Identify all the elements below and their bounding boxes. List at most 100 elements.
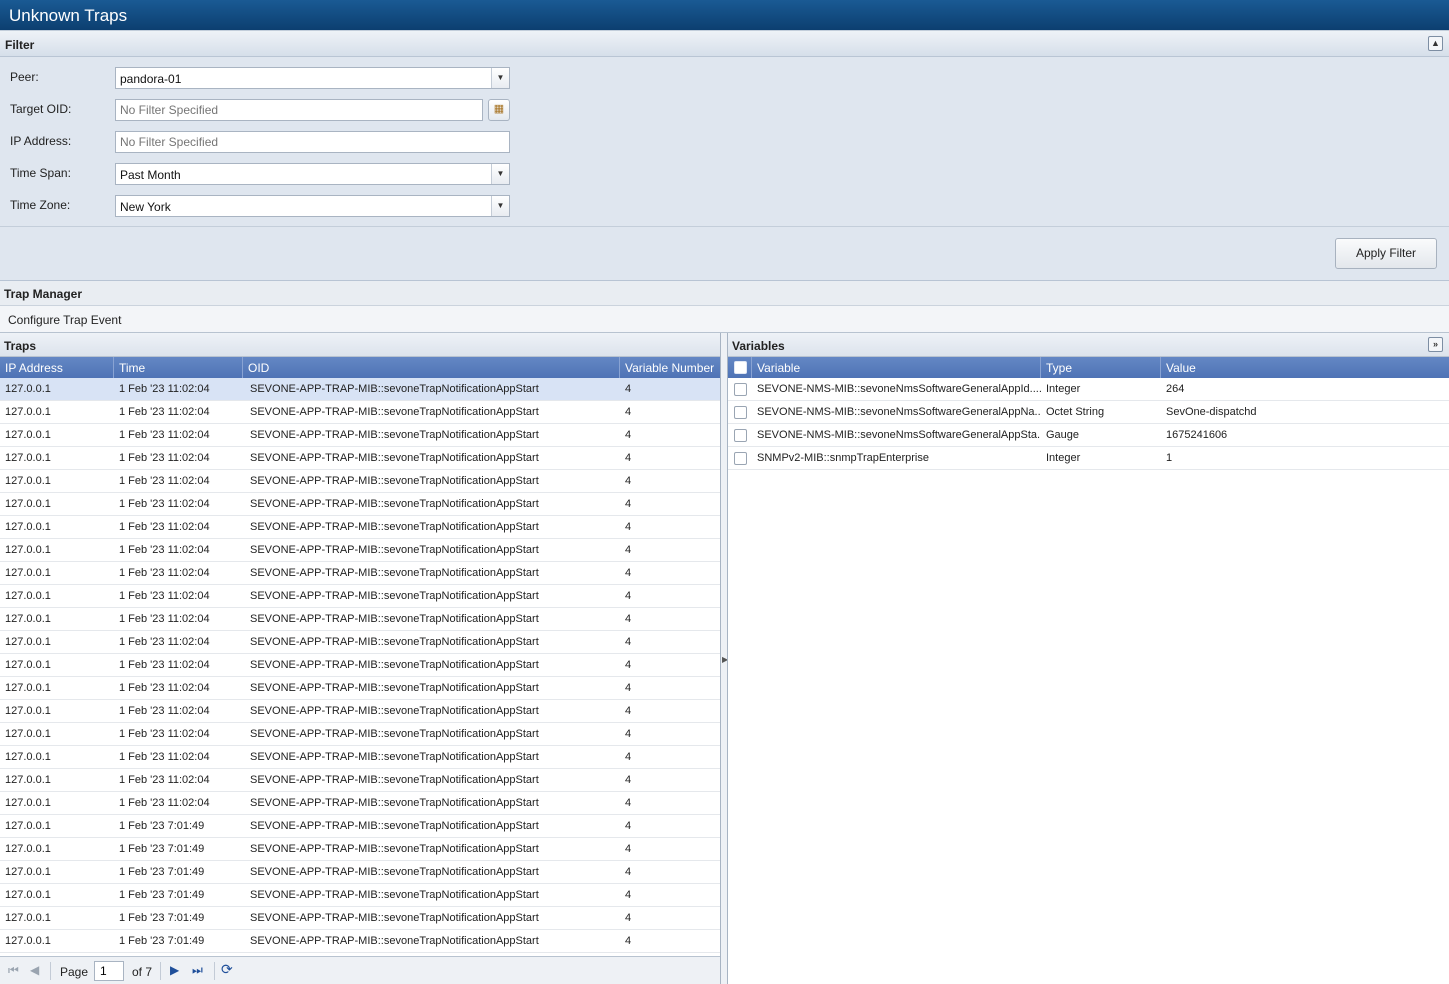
cell-time: 1 Feb '23 11:02:04 — [119, 498, 210, 510]
col-oid[interactable]: OID — [243, 357, 620, 378]
row-checkbox[interactable] — [734, 452, 747, 465]
table-row[interactable]: 127.0.0.1 1 Feb '23 11:02:04 SEVONE-APP-TR… — [0, 700, 720, 723]
configure-trap-event-button[interactable]: Configure Trap Event — [8, 313, 121, 327]
cell-variable-number: 4 — [625, 636, 632, 648]
last-page-icon[interactable]: ⏭ — [192, 963, 203, 978]
cell-value: 264 — [1166, 383, 1185, 395]
col-ip-address[interactable]: IP Address — [0, 357, 114, 378]
table-row[interactable]: 127.0.0.1 1 Feb '23 11:02:04 SEVONE-APP-TR… — [0, 677, 720, 700]
page-count: of 7 — [132, 965, 153, 979]
traps-panel: Traps IP Address Time OID Variable Numbe… — [0, 333, 721, 984]
time-span-select[interactable]: Past Month ▼ — [115, 163, 510, 185]
cell-oid: SEVONE-APP-TRAP-MIB::sevoneTrapNotificat… — [250, 843, 539, 855]
table-row[interactable]: 127.0.0.1 1 Feb '23 11:02:04 SEVONE-APP-TR… — [0, 401, 720, 424]
row-checkbox[interactable] — [734, 429, 747, 442]
target-oid-input[interactable] — [115, 99, 483, 121]
filter-header-label: Filter — [5, 38, 35, 52]
cell-oid: SEVONE-APP-TRAP-MIB::sevoneTrapNotificat… — [250, 475, 539, 487]
table-row[interactable]: 127.0.0.1 1 Feb '23 7:01:49 SEVONE-APP-TRA… — [0, 907, 720, 930]
table-row[interactable]: 127.0.0.1 1 Feb '23 11:02:04 SEVONE-APP-TR… — [0, 539, 720, 562]
refresh-icon[interactable]: ⟳ — [221, 961, 233, 978]
cell-variable: SNMPv2-MIB::snmpTrapEnterprise — [757, 452, 929, 464]
previous-page-icon[interactable]: ◀ — [30, 963, 39, 977]
oid-browser-icon[interactable]: ▦ — [488, 99, 510, 121]
cell-variable-number: 4 — [625, 797, 632, 809]
table-row[interactable]: 127.0.0.1 1 Feb '23 7:01:49 SEVONE-APP-TRA… — [0, 838, 720, 861]
cell-variable-number: 4 — [625, 751, 632, 763]
variables-grid-header: Variable Type Value — [728, 357, 1449, 378]
cell-ip-address: 127.0.0.1 — [5, 475, 51, 487]
chevron-down-icon[interactable]: ▼ — [491, 68, 509, 88]
cell-ip-address: 127.0.0.1 — [5, 889, 51, 901]
table-row[interactable]: 127.0.0.1 1 Feb '23 7:01:49 SEVONE-APP-TRA… — [0, 861, 720, 884]
table-row[interactable]: 127.0.0.1 1 Feb '23 11:02:04 SEVONE-APP-TR… — [0, 746, 720, 769]
pager-divider — [50, 962, 51, 980]
cell-time: 1 Feb '23 7:01:49 — [119, 935, 205, 947]
trap-manager-toolbar: Configure Trap Event — [0, 306, 1449, 333]
filter-header: Filter ▲ — [0, 30, 1449, 57]
traps-header: Traps — [0, 333, 720, 357]
table-row[interactable]: SNMPv2-MIB::snmpTrapEnterprise Integer 1 — [728, 447, 1449, 470]
ip-address-input[interactable] — [115, 131, 510, 153]
table-row[interactable]: 127.0.0.1 1 Feb '23 11:02:04 SEVONE-APP-TR… — [0, 723, 720, 746]
collapse-up-icon[interactable]: ▲ — [1428, 36, 1443, 51]
cell-variable: SEVONE-NMS-MIB::sevoneNmsSoftwareGeneral… — [757, 429, 1041, 441]
table-row[interactable]: 127.0.0.1 1 Feb '23 11:02:04 SEVONE-APP-TR… — [0, 562, 720, 585]
chevron-down-icon[interactable]: ▼ — [491, 196, 509, 216]
table-row[interactable]: 127.0.0.1 1 Feb '23 11:02:04 SEVONE-APP-TR… — [0, 792, 720, 815]
select-all-checkbox[interactable] — [734, 361, 747, 374]
cell-time: 1 Feb '23 11:02:04 — [119, 429, 210, 441]
table-row[interactable]: 127.0.0.1 1 Feb '23 11:02:04 SEVONE-APP-TR… — [0, 608, 720, 631]
apply-filter-button[interactable]: Apply Filter — [1335, 238, 1437, 269]
cell-oid: SEVONE-APP-TRAP-MIB::sevoneTrapNotificat… — [250, 820, 539, 832]
cell-oid: SEVONE-APP-TRAP-MIB::sevoneTrapNotificat… — [250, 774, 539, 786]
peer-select[interactable]: pandora-01 ▼ — [115, 67, 510, 89]
table-row[interactable]: 127.0.0.1 1 Feb '23 11:02:04 SEVONE-APP-TR… — [0, 447, 720, 470]
cell-oid: SEVONE-APP-TRAP-MIB::sevoneTrapNotificat… — [250, 728, 539, 740]
time-zone-row: Time Zone: New York ▼ — [0, 195, 520, 217]
table-row[interactable]: 127.0.0.1 1 Feb '23 11:02:04 SEVONE-APP-TR… — [0, 470, 720, 493]
expand-right-icon[interactable]: » — [1428, 337, 1443, 352]
cell-time: 1 Feb '23 7:01:49 — [119, 820, 205, 832]
table-row[interactable]: 127.0.0.1 1 Feb '23 11:02:04 SEVONE-APP-TR… — [0, 516, 720, 539]
table-row[interactable]: SEVONE-NMS-MIB::sevoneNmsSoftwareGeneral… — [728, 401, 1449, 424]
cell-variable-number: 4 — [625, 544, 632, 556]
col-value[interactable]: Value — [1161, 357, 1449, 378]
table-row[interactable]: SEVONE-NMS-MIB::sevoneNmsSoftwareGeneral… — [728, 424, 1449, 447]
col-variable-number[interactable]: Variable Number — [620, 357, 720, 378]
trap-manager-header: Trap Manager — [0, 281, 1449, 306]
table-row[interactable]: 127.0.0.1 1 Feb '23 11:02:04 SEVONE-APP-TR… — [0, 769, 720, 792]
col-time[interactable]: Time — [114, 357, 243, 378]
table-row[interactable]: 127.0.0.1 1 Feb '23 11:02:04 SEVONE-APP-TR… — [0, 424, 720, 447]
cell-oid: SEVONE-APP-TRAP-MIB::sevoneTrapNotificat… — [250, 935, 539, 947]
table-row[interactable]: SEVONE-NMS-MIB::sevoneNmsSoftwareGeneral… — [728, 378, 1449, 401]
row-checkbox[interactable] — [734, 406, 747, 419]
cell-oid: SEVONE-APP-TRAP-MIB::sevoneTrapNotificat… — [250, 659, 539, 671]
cell-oid: SEVONE-APP-TRAP-MIB::sevoneTrapNotificat… — [250, 682, 539, 694]
table-row[interactable]: 127.0.0.1 1 Feb '23 7:01:49 SEVONE-APP-TRA… — [0, 884, 720, 907]
cell-variable-number: 4 — [625, 406, 632, 418]
ip-address-row: IP Address: — [0, 131, 520, 153]
chevron-down-icon[interactable]: ▼ — [491, 164, 509, 184]
cell-variable-number: 4 — [625, 452, 632, 464]
next-page-icon[interactable]: ▶ — [170, 963, 179, 977]
filter-panel: Filter ▲ Peer: pandora-01 ▼ Target OID: … — [0, 30, 1449, 281]
col-type[interactable]: Type — [1041, 357, 1161, 378]
col-variable[interactable]: Variable — [752, 357, 1041, 378]
table-row[interactable]: 127.0.0.1 1 Feb '23 11:02:04 SEVONE-APP-TR… — [0, 631, 720, 654]
table-row[interactable]: 127.0.0.1 1 Feb '23 11:02:04 SEVONE-APP-TR… — [0, 654, 720, 677]
target-oid-row: Target OID: ▦ — [0, 99, 520, 121]
time-zone-select[interactable]: New York ▼ — [115, 195, 510, 217]
cell-ip-address: 127.0.0.1 — [5, 843, 51, 855]
row-checkbox[interactable] — [734, 383, 747, 396]
table-row[interactable]: 127.0.0.1 1 Feb '23 7:01:49 SEVONE-APP-TRA… — [0, 815, 720, 838]
table-row[interactable]: 127.0.0.1 1 Feb '23 11:02:04 SEVONE-APP-TR… — [0, 493, 720, 516]
table-row[interactable]: 127.0.0.1 1 Feb '23 7:01:49 SEVONE-APP-TRA… — [0, 930, 720, 953]
cell-time: 1 Feb '23 11:02:04 — [119, 544, 210, 556]
page-number-input[interactable] — [94, 961, 124, 981]
first-page-icon[interactable]: ⏮ — [8, 963, 19, 978]
traps-pager: ⏮ ◀ Page of 7 ▶ ⏭ ⟳ — [0, 956, 720, 984]
table-row[interactable]: 127.0.0.1 1 Feb '23 11:02:04 SEVONE-APP-TR… — [0, 378, 720, 401]
table-row[interactable]: 127.0.0.1 1 Feb '23 11:02:04 SEVONE-APP-TR… — [0, 585, 720, 608]
cell-time: 1 Feb '23 11:02:04 — [119, 383, 210, 395]
